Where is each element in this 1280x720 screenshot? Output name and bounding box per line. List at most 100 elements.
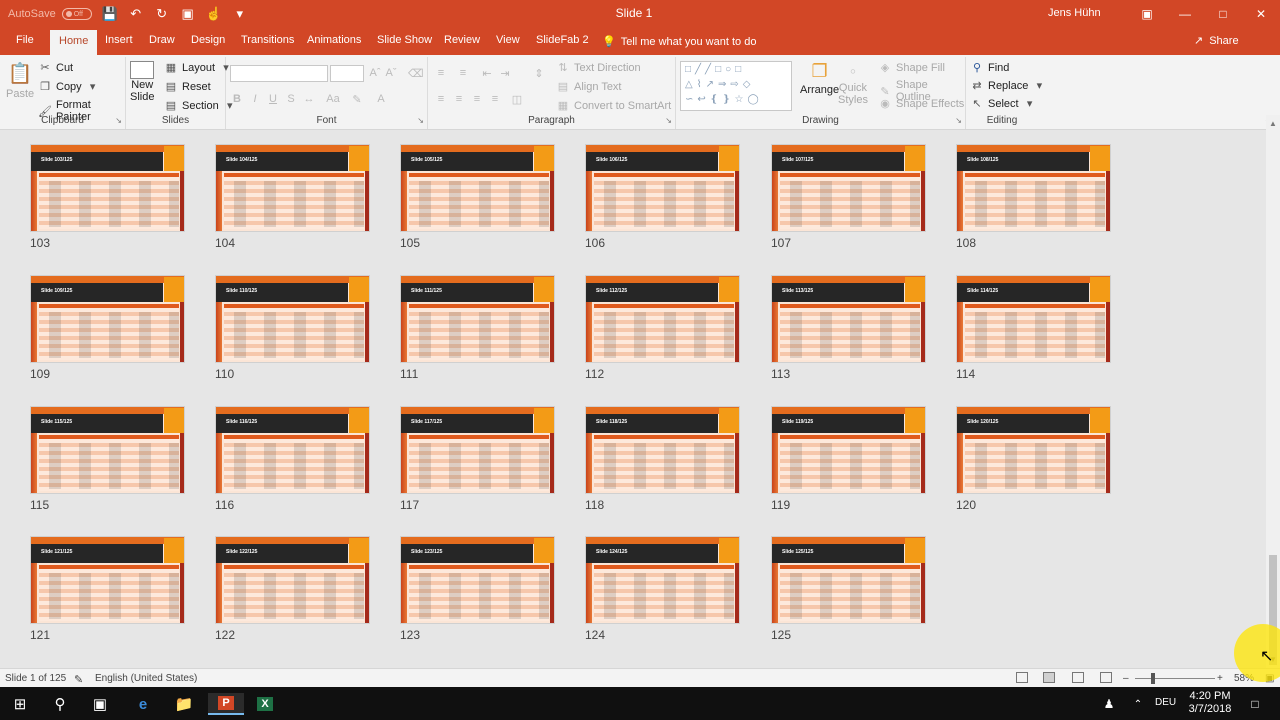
start-from-beginning-icon[interactable]: ▣ (180, 6, 196, 22)
reading-view-icon[interactable] (1072, 672, 1084, 683)
slide-thumbnail[interactable]: Slide 111/125 (400, 275, 555, 363)
slide-thumbnail[interactable]: Slide 121/125 (30, 536, 185, 624)
people-icon[interactable]: ♟ (1098, 693, 1120, 715)
tab-review[interactable]: Review (444, 34, 480, 46)
slide-thumbnail[interactable]: Slide 123/125 (400, 536, 555, 624)
replace-button[interactable]: ⇄Replace▾ (970, 79, 1046, 92)
change-case-icon[interactable]: Aa (326, 93, 340, 105)
excel-taskbar-icon[interactable]: X (250, 693, 280, 715)
reset-button[interactable]: ▤Reset (164, 80, 211, 93)
slide-thumbnail[interactable]: Slide 125/125 (771, 536, 926, 624)
char-spacing-icon[interactable]: ↔ (302, 93, 316, 105)
decrease-indent-icon[interactable]: ⇤ (480, 67, 494, 80)
redo-icon[interactable]: ↻ (154, 6, 170, 22)
slide-thumbnail[interactable]: Slide 117/125 (400, 406, 555, 494)
align-center-icon[interactable]: ≡ (452, 93, 466, 105)
tab-animations[interactable]: Animations (307, 34, 361, 46)
bullets-icon[interactable]: ≡ (434, 67, 448, 79)
dialog-launcher-icon[interactable]: ↘ (417, 116, 424, 125)
quick-styles-button[interactable]: ◦ Quick Styles (838, 61, 868, 106)
increase-font-icon[interactable]: Aˆ (368, 67, 382, 79)
tell-me-box[interactable]: 💡 Tell me what you want to do (602, 35, 756, 48)
language[interactable]: English (United States) (95, 673, 197, 684)
slide-thumbnail[interactable]: Slide 120/125 (956, 406, 1111, 494)
edge-browser-icon[interactable]: e (128, 693, 158, 715)
slide-thumbnail[interactable]: Slide 112/125 (585, 275, 740, 363)
zoom-out-icon[interactable]: – (1123, 673, 1129, 684)
minimize-button[interactable]: — (1166, 0, 1204, 28)
select-button[interactable]: ↖Select▾ (970, 97, 1037, 110)
italic-icon[interactable]: I (248, 93, 262, 105)
search-icon[interactable]: ⚲ (46, 693, 74, 715)
slide-thumbnail[interactable]: Slide 106/125 (585, 144, 740, 232)
slide-thumbnail[interactable]: Slide 115/125 (30, 406, 185, 494)
align-right-icon[interactable]: ≡ (470, 93, 484, 105)
slide-thumbnail[interactable]: Slide 116/125 (215, 406, 370, 494)
slide-thumbnail[interactable]: Slide 103/125 (30, 144, 185, 232)
numbering-icon[interactable]: ≡ (456, 67, 470, 79)
cut-button[interactable]: ✂Cut (38, 61, 73, 74)
normal-view-icon[interactable] (1016, 672, 1028, 683)
autosave-toggle[interactable]: AutoSave Off (8, 8, 92, 20)
text-direction-button[interactable]: ⇅Text Direction (556, 61, 641, 74)
highlight-icon[interactable]: ✎ (350, 93, 364, 106)
shape-fill-button[interactable]: ◈Shape Fill (878, 61, 945, 74)
slide-thumbnail[interactable]: Slide 110/125 (215, 275, 370, 363)
slide-thumbnail[interactable]: Slide 119/125 (771, 406, 926, 494)
input-language[interactable]: DEU (1155, 697, 1176, 708)
slide-thumbnail[interactable]: Slide 124/125 (585, 536, 740, 624)
zoom-in-icon[interactable]: + (1217, 673, 1223, 684)
tab-slidefab[interactable]: SlideFab 2 (536, 34, 589, 46)
autosave-switch[interactable]: Off (62, 8, 92, 20)
slide-thumbnail[interactable]: Slide 108/125 (956, 144, 1111, 232)
shapes-gallery[interactable]: □╱╱□○□ △⌇↗⇒⇨◇ ∽↩❴❵☆◯ (680, 61, 792, 111)
convert-smartart-button[interactable]: ▦Convert to SmartArt (556, 99, 671, 112)
save-icon[interactable]: 💾 (102, 6, 118, 22)
slide-thumbnail[interactable]: Slide 122/125 (215, 536, 370, 624)
find-button[interactable]: ⚲Find (970, 61, 1009, 74)
slide-thumbnail[interactable]: Slide 105/125 (400, 144, 555, 232)
slide-thumbnail[interactable]: Slide 104/125 (215, 144, 370, 232)
layout-button[interactable]: ▦Layout▾ (164, 61, 233, 74)
vertical-scrollbar[interactable]: ▲ ▼ (1266, 115, 1280, 668)
columns-icon[interactable]: ◫ (510, 93, 524, 106)
maximize-button[interactable]: □ (1204, 0, 1242, 28)
slide-sorter-view-icon[interactable] (1043, 672, 1055, 683)
notifications-icon[interactable]: □ (1244, 693, 1266, 715)
slide-thumbnail[interactable]: Slide 113/125 (771, 275, 926, 363)
tab-view[interactable]: View (496, 34, 520, 46)
close-button[interactable]: ✕ (1242, 0, 1280, 28)
underline-icon[interactable]: U (266, 93, 280, 105)
dialog-launcher-icon[interactable]: ↘ (665, 116, 672, 125)
tab-draw[interactable]: Draw (149, 34, 175, 46)
slide-thumbnail[interactable]: Slide 109/125 (30, 275, 185, 363)
paste-button[interactable]: 📋 Paste (6, 61, 34, 100)
tab-slide-show[interactable]: Slide Show (377, 34, 432, 46)
show-hidden-icons-icon[interactable]: ⌃ (1128, 693, 1148, 715)
align-text-button[interactable]: ▤Align Text (556, 80, 622, 93)
windows-start-icon[interactable]: ⊞ (6, 693, 34, 715)
customize-qat-icon[interactable]: ▾ (232, 6, 248, 22)
line-spacing-icon[interactable]: ⇕ (532, 67, 546, 80)
zoom-slider[interactable] (1135, 678, 1215, 679)
slide-show-view-icon[interactable] (1100, 672, 1112, 683)
powerpoint-taskbar-icon[interactable]: P (208, 693, 244, 715)
touch-mode-icon[interactable]: ☝ (206, 6, 222, 22)
zoom-slider-knob[interactable] (1151, 673, 1155, 684)
tab-insert[interactable]: Insert (105, 34, 133, 46)
file-explorer-icon[interactable]: 📁 (169, 693, 199, 715)
strikethrough-icon[interactable]: S (284, 93, 298, 105)
user-name[interactable]: Jens Hühn (1048, 7, 1101, 19)
share-button[interactable]: ↗ Share (1194, 34, 1239, 47)
slide-thumbnail[interactable]: Slide 107/125 (771, 144, 926, 232)
bold-icon[interactable]: B (230, 93, 244, 105)
clear-formatting-icon[interactable]: ⌫ (408, 67, 422, 80)
clock[interactable]: 4:20 PM 3/7/2018 (1180, 690, 1240, 716)
font-color-icon[interactable]: A (374, 93, 388, 105)
dialog-launcher-icon[interactable]: ↘ (955, 116, 962, 125)
font-name-field[interactable] (230, 65, 328, 82)
increase-indent-icon[interactable]: ⇥ (498, 67, 512, 80)
tab-file[interactable]: File (16, 34, 34, 46)
align-left-icon[interactable]: ≡ (434, 93, 448, 105)
scroll-up-icon[interactable]: ▲ (1266, 119, 1280, 128)
